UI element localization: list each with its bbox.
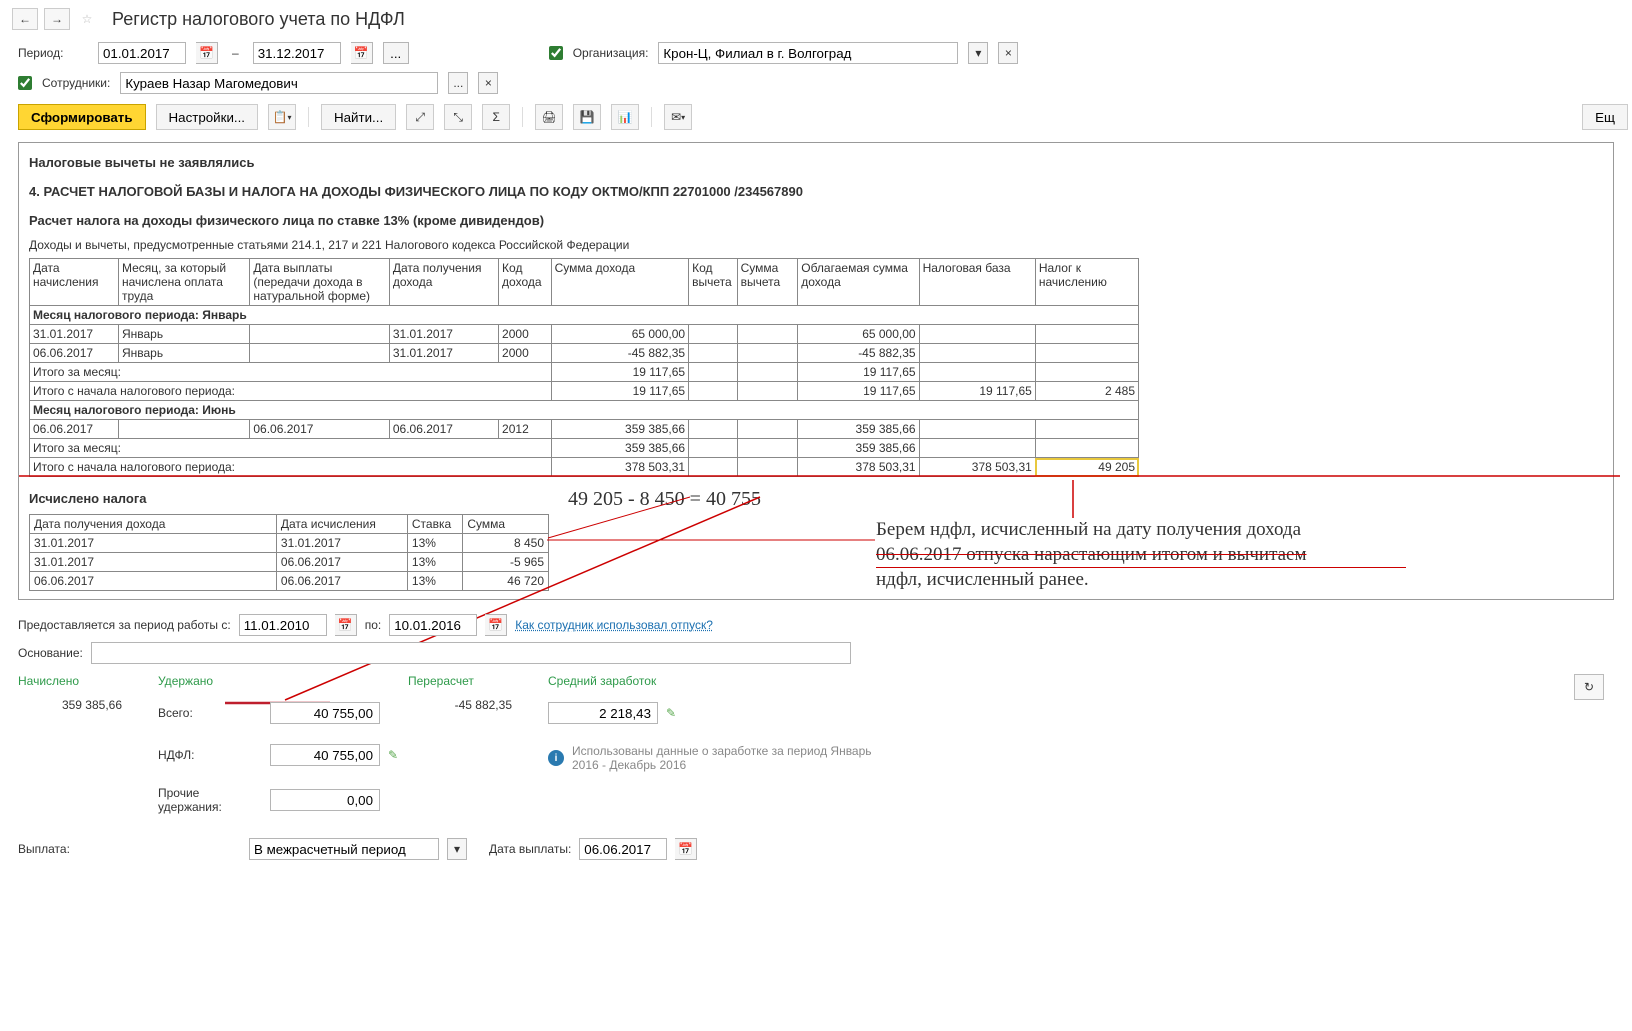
form-button[interactable]: Сформировать	[18, 104, 146, 130]
table-row: 31.01.2017Январь 31.01.20172000 65 000,0…	[30, 325, 1139, 344]
sred-input[interactable]	[548, 702, 658, 724]
refresh-button[interactable]: ↻	[1574, 674, 1604, 700]
date-from-input[interactable]	[98, 42, 186, 64]
table-header-row: Дата начисления Месяц, за который начисл…	[30, 259, 1139, 306]
vypl-label: Выплата:	[18, 842, 118, 856]
vypl-select[interactable]	[249, 838, 439, 860]
chart-icon[interactable]: 📊	[611, 104, 639, 130]
work-to-input[interactable]	[389, 614, 477, 636]
emp-input[interactable]	[120, 72, 438, 94]
month-jan-row: Месяц налогового периода: Январь	[30, 306, 1139, 325]
save-variant-icon[interactable]: 📋▾	[268, 104, 296, 130]
org-checkbox[interactable]	[549, 46, 563, 60]
print-icon[interactable]: 🖨	[535, 104, 563, 130]
expand-icon[interactable]: ⤢	[406, 104, 434, 130]
po-label: по:	[365, 618, 382, 632]
work-period-label: Предоставляется за период работы с:	[18, 618, 231, 632]
email-icon[interactable]: ✉▾	[664, 104, 692, 130]
settings-button[interactable]: Настройки...	[156, 104, 258, 130]
vypl-date-label: Дата выплаты:	[489, 842, 571, 856]
org-clear-button[interactable]: ×	[998, 42, 1018, 64]
period-more-button[interactable]: ...	[383, 42, 409, 64]
work-to-cal-icon[interactable]: 📅	[485, 614, 507, 636]
table-row: 06.06.2017Январь 31.01.20172000 -45 882,…	[30, 344, 1139, 363]
income-table: Дата начисления Месяц, за который начисл…	[29, 258, 1139, 477]
more-button[interactable]: Ещ	[1582, 104, 1628, 130]
vypl-date-input[interactable]	[579, 838, 667, 860]
work-from-cal-icon[interactable]: 📅	[335, 614, 357, 636]
emp-checkbox[interactable]	[18, 76, 32, 90]
vacation-usage-link[interactable]: Как сотрудник использовал отпуск?	[515, 618, 713, 632]
back-button[interactable]: ←	[12, 8, 38, 30]
nach-header: Начислено	[18, 674, 128, 688]
perer-header: Перерасчет	[408, 674, 518, 688]
formula-annotation: 49 205 - 8 450 = 40 755	[568, 488, 761, 511]
vypl-date-cal-icon[interactable]: 📅	[675, 838, 697, 860]
vypl-dropdown-icon[interactable]: ▾	[447, 838, 467, 860]
deductions-text: Налоговые вычеты не заявлялись	[29, 155, 1603, 170]
subtotal-month-row: Итого за месяц: 359 385,66 359 385,66	[30, 439, 1139, 458]
sum-icon[interactable]: Σ	[482, 104, 510, 130]
tax-to-accrue-cell: 49 205	[1035, 458, 1138, 477]
save-icon[interactable]: 💾	[573, 104, 601, 130]
emp-more-button[interactable]: ...	[448, 72, 468, 94]
emp-label: Сотрудники:	[42, 76, 110, 90]
tax-table: Дата получения дохода Дата исчисления Ст…	[29, 514, 549, 591]
collapse-icon[interactable]: ⤡	[444, 104, 472, 130]
tax-row: 06.06.201706.06.2017 13%46 720	[30, 572, 549, 591]
forward-button[interactable]: →	[44, 8, 70, 30]
osnov-input[interactable]	[91, 642, 851, 664]
table-row: 06.06.2017 06.06.201706.06.2017 2012359 …	[30, 420, 1139, 439]
pencil-icon[interactable]: ✎	[666, 706, 676, 720]
find-button[interactable]: Найти...	[321, 104, 396, 130]
date-to-input[interactable]	[253, 42, 341, 64]
vsego-input[interactable]	[270, 702, 380, 724]
ndfl-input[interactable]	[270, 744, 380, 766]
work-from-input[interactable]	[239, 614, 327, 636]
annotation-text: Берем ндфл, исчисленный на дату получени…	[876, 518, 1406, 593]
page-title: Регистр налогового учета по НДФЛ	[112, 9, 405, 30]
org-input[interactable]	[658, 42, 958, 64]
tax-row: 31.01.201706.06.2017 13%-5 965	[30, 553, 549, 572]
info-icon: i	[548, 750, 564, 766]
uder-header: Удержано	[158, 674, 378, 688]
calendar-from-icon[interactable]: 📅	[196, 42, 218, 64]
osnov-label: Основание:	[18, 646, 83, 660]
nach-value: 359 385,66	[18, 696, 128, 718]
sred-header: Средний заработок	[548, 674, 898, 688]
pencil-icon[interactable]: ✎	[388, 748, 398, 762]
other-input[interactable]	[270, 789, 380, 811]
month-jun-row: Месяц налогового периода: Июнь	[30, 401, 1139, 420]
subtotal-period-row: Итого с начала налогового периода: 19 11…	[30, 382, 1139, 401]
calc13-title: Расчет налога на доходы физического лица…	[29, 213, 1603, 228]
section4-title: 4. РАСЧЕТ НАЛОГОВОЙ БАЗЫ И НАЛОГА НА ДОХ…	[29, 184, 1603, 199]
subtotal-month-row: Итого за месяц: 19 117,65 19 117,65	[30, 363, 1139, 382]
codex-text: Доходы и вычеты, предусмотренные статьям…	[29, 238, 1603, 252]
org-dropdown-button[interactable]: ▾	[968, 42, 988, 64]
period-label: Период:	[18, 46, 88, 60]
tax-header-row: Дата получения дохода Дата исчисления Ст…	[30, 515, 549, 534]
emp-clear-button[interactable]: ×	[478, 72, 498, 94]
favorite-star-icon[interactable]: ☆	[76, 8, 98, 30]
taxcalc-title: Исчислено налога	[29, 491, 1603, 506]
perer-value: -45 882,35	[408, 696, 518, 718]
org-label: Организация:	[573, 46, 649, 60]
subtotal-period-row: Итого с начала налогового периода: 378 5…	[30, 458, 1139, 477]
calendar-to-icon[interactable]: 📅	[351, 42, 373, 64]
tax-row: 31.01.201731.01.2017 13%8 450	[30, 534, 549, 553]
dash: –	[232, 46, 239, 60]
